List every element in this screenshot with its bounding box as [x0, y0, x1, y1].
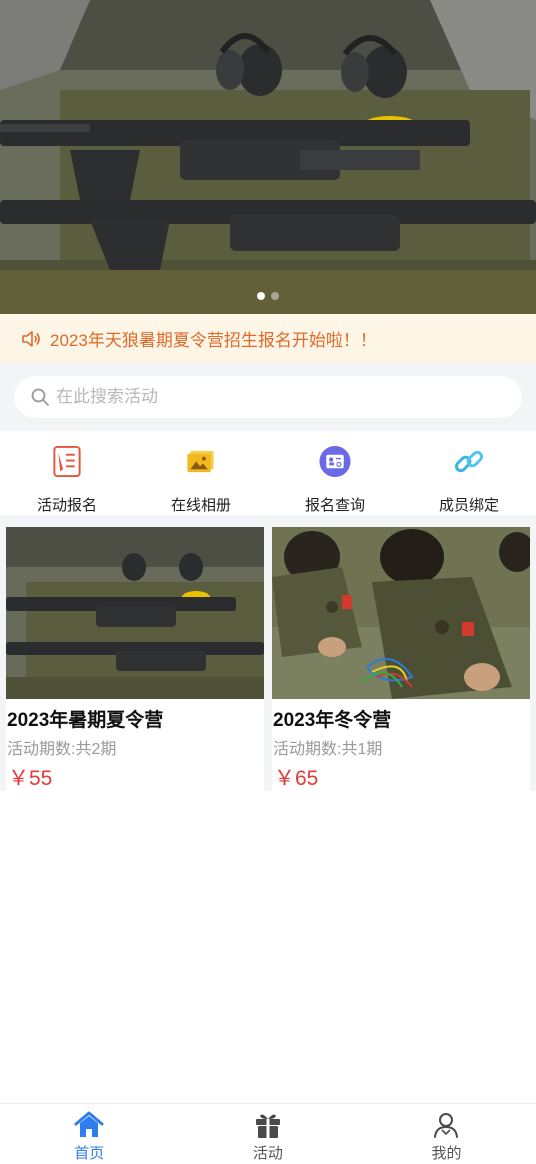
- menu-item-online-album[interactable]: 在线相册: [134, 431, 268, 515]
- carousel-dot-active[interactable]: [257, 292, 265, 300]
- activity-periods: 活动期数:共1期: [273, 741, 383, 758]
- activity-card[interactable]: 2023年暑期夏令营 活动期数:共2期 ￥55: [6, 527, 264, 791]
- menu-item-member-binding[interactable]: 成员绑定: [402, 431, 536, 515]
- tab-activities[interactable]: 活动: [179, 1104, 358, 1164]
- menu-label: 报名查询: [304, 497, 365, 514]
- user-icon: [434, 1113, 459, 1138]
- activity-title: 2023年暑期夏令营: [7, 710, 164, 731]
- gift-icon: [255, 1114, 280, 1138]
- activity-periods: 活动期数:共2期: [7, 741, 117, 758]
- activity-card[interactable]: 2023年冬令营 活动期数:共1期 ￥65: [272, 527, 530, 791]
- tab-mine[interactable]: 我的: [357, 1104, 536, 1164]
- tab-home[interactable]: 首页: [0, 1104, 179, 1164]
- activity-list: 2023年暑期夏令营 活动期数:共2期 ￥55 2023年冬令营 活动期数:共1…: [0, 515, 536, 791]
- activity-image: [272, 527, 530, 699]
- menu-label: 在线相册: [170, 497, 231, 514]
- menu-item-signup-query[interactable]: 报名查询: [268, 431, 402, 515]
- activity-price: ￥65: [274, 767, 319, 790]
- link-icon: [454, 450, 484, 473]
- bottom-tab-bar: 首页 活动 我的: [0, 1103, 536, 1164]
- banner-image: [0, 0, 536, 314]
- search-box[interactable]: [14, 376, 522, 418]
- speaker-icon: [22, 330, 40, 347]
- tab-label: 首页: [74, 1145, 105, 1162]
- menu-label: 成员绑定: [438, 497, 499, 514]
- notice-text: 2023年天狼暑期夏令营招生报名开始啦！！: [50, 331, 377, 350]
- form-icon: [53, 445, 81, 478]
- carousel-dot[interactable]: [271, 292, 279, 300]
- menu-item-activity-signup[interactable]: 活动报名: [0, 431, 134, 515]
- album-icon: [187, 450, 214, 473]
- activity-title: 2023年冬令营: [273, 710, 392, 731]
- menu-label: 活动报名: [36, 497, 97, 514]
- id-card-icon: [319, 445, 351, 478]
- home-icon: [74, 1111, 104, 1137]
- activity-price: ￥55: [8, 767, 53, 790]
- search-section: [0, 363, 536, 431]
- activity-image: [6, 527, 264, 699]
- banner-carousel[interactable]: [0, 0, 536, 314]
- search-icon: [31, 388, 49, 406]
- quick-menu: 活动报名 在线相册 报名查询 成员绑定: [0, 431, 536, 515]
- tab-label: 活动: [252, 1145, 283, 1162]
- tab-label: 我的: [431, 1145, 462, 1162]
- carousel-indicators: [0, 292, 536, 300]
- search-input[interactable]: [56, 387, 476, 407]
- notice-bar[interactable]: 2023年天狼暑期夏令营招生报名开始啦！！: [0, 314, 536, 363]
